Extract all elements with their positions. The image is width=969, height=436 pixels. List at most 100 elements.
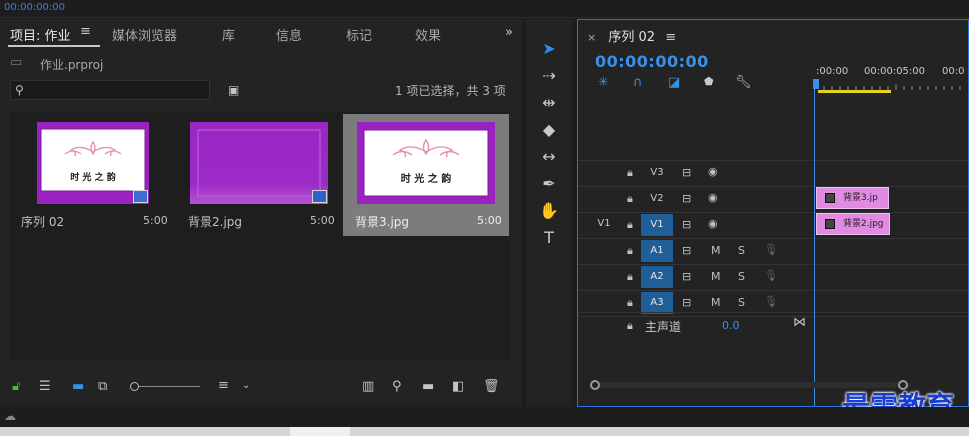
ruler-ticks xyxy=(823,84,961,90)
sync-lock-icon[interactable]: ⊟ xyxy=(682,218,691,231)
timeline-timecode[interactable]: 00:00:00:00 xyxy=(595,52,709,71)
lock-icon[interactable]: 🔒︎ xyxy=(627,218,633,232)
ruler-label: 00:00:05:00 xyxy=(864,66,926,77)
bowtie-icon[interactable]: ⋈ xyxy=(793,316,806,330)
track-header-v3: 🔒︎ V3 ⊟ ◉ xyxy=(578,161,814,185)
top-bar xyxy=(0,0,969,18)
track-target[interactable]: V3 xyxy=(641,162,673,184)
image-thumbnail xyxy=(190,122,328,204)
snap-magnet-icon[interactable]: ∩ xyxy=(633,75,643,90)
lock-icon[interactable]: 🔒︎ xyxy=(627,244,633,258)
hamburger-menu-icon[interactable]: ≡ xyxy=(80,24,91,39)
tab-effects[interactable]: 效果 xyxy=(415,25,441,44)
slip-tool-icon[interactable]: ↔ xyxy=(537,146,561,168)
tab-markers[interactable]: 标记 xyxy=(346,25,372,44)
microphone-icon[interactable]: 🎙︎ xyxy=(764,269,778,282)
source-patch[interactable] xyxy=(588,239,620,261)
razor-tool-icon[interactable]: ◆ xyxy=(537,119,561,141)
mute-button[interactable]: M xyxy=(711,244,721,257)
track-target[interactable]: A1 xyxy=(641,240,673,262)
mute-button[interactable]: M xyxy=(711,296,721,309)
new-search-bin-icon[interactable]: ▣ xyxy=(228,83,239,97)
hand-tool-icon[interactable]: ✋ xyxy=(537,200,561,222)
tab-libraries[interactable]: 库 xyxy=(222,25,235,44)
microphone-icon[interactable]: 🎙︎ xyxy=(764,243,778,256)
type-tool-icon[interactable]: T xyxy=(537,227,561,249)
search-input[interactable] xyxy=(10,80,210,100)
track-target[interactable]: A2 xyxy=(641,266,673,288)
source-patch[interactable] xyxy=(588,291,620,313)
sync-lock-icon[interactable]: ⊟ xyxy=(682,244,691,257)
eye-icon[interactable]: ◉ xyxy=(708,217,718,230)
image-badge-icon xyxy=(312,190,327,203)
project-item-image-selected[interactable]: 时 光 之 韵 背景3.jpg 5:00 xyxy=(343,114,509,236)
tab-project[interactable]: 项目: 作业 xyxy=(10,25,71,44)
eye-icon[interactable]: ◉ xyxy=(708,165,718,178)
find-icon[interactable]: ⚲ xyxy=(392,380,402,394)
item-duration: 5:00 xyxy=(310,214,335,227)
selection-tool-icon[interactable]: ➤ xyxy=(537,38,561,60)
track-target[interactable]: A3 xyxy=(641,292,673,314)
solo-button[interactable]: S xyxy=(738,244,745,257)
source-patch[interactable] xyxy=(588,265,620,287)
mute-button[interactable]: M xyxy=(711,270,721,283)
automate-to-sequence-icon[interactable]: ▥ xyxy=(362,380,374,394)
master-volume-value[interactable]: 0.0 xyxy=(722,319,740,332)
add-marker-icon[interactable]: ⬟ xyxy=(704,75,714,88)
timeline-clip[interactable]: 背景2.jpg xyxy=(816,213,890,235)
sync-lock-icon[interactable]: ⊟ xyxy=(682,270,691,283)
timeline-clip[interactable]: 背景3.jp xyxy=(816,187,889,209)
icon-view-icon[interactable]: ▬ xyxy=(72,380,84,394)
wrench-icon[interactable]: 🔧︎ xyxy=(735,75,752,90)
new-bin-icon[interactable]: ▬ xyxy=(422,380,434,394)
microphone-icon[interactable]: 🎙︎ xyxy=(764,295,778,308)
lock-icon[interactable]: 🔒︎ xyxy=(627,319,633,333)
solo-button[interactable]: S xyxy=(738,270,745,283)
lock-icon[interactable]: 🔒︎ xyxy=(627,192,633,206)
zoom-slider-track[interactable] xyxy=(130,386,200,387)
creative-cloud-icon[interactable]: ☁ xyxy=(4,409,16,423)
new-item-icon[interactable]: ◧ xyxy=(452,380,464,394)
trash-icon[interactable]: 🗑︎ xyxy=(483,380,500,394)
tab-media-browser[interactable]: 媒体浏览器 xyxy=(112,25,177,44)
zoom-slider-handle[interactable] xyxy=(130,382,139,391)
playhead-handle[interactable] xyxy=(813,79,819,89)
hamburger-menu-icon[interactable]: ≡ xyxy=(665,30,676,45)
lock-icon[interactable]: 🔒︎ xyxy=(627,296,633,310)
sync-lock-icon[interactable]: ⊟ xyxy=(682,166,691,179)
tab-info[interactable]: 信息 xyxy=(276,25,302,44)
linked-selection-icon[interactable]: ◪ xyxy=(668,75,680,90)
lock-icon[interactable]: 🔓︎ xyxy=(12,380,20,394)
pen-tool-icon[interactable]: ✒ xyxy=(537,173,561,195)
source-patch[interactable] xyxy=(588,187,620,209)
source-patch[interactable] xyxy=(588,161,620,183)
work-area-bar[interactable] xyxy=(818,90,891,93)
clip-label: 背景2.jpg xyxy=(843,219,884,229)
chevron-down-icon[interactable]: ⌄ xyxy=(242,379,250,393)
source-patch[interactable]: V1 xyxy=(588,213,620,235)
double-chevron-right-icon[interactable]: » xyxy=(505,25,513,40)
close-icon[interactable]: × xyxy=(587,31,596,44)
list-view-icon[interactable]: ☰ xyxy=(39,380,51,394)
project-item-image[interactable]: 背景2.jpg 5:00 xyxy=(176,114,342,236)
scroll-handle-left[interactable] xyxy=(590,380,600,390)
lock-icon[interactable]: 🔒︎ xyxy=(627,270,633,284)
ripple-edit-tool-icon[interactable]: ⇹ xyxy=(537,92,561,114)
nest-icon[interactable]: ✳ xyxy=(598,75,609,90)
freeform-view-icon[interactable]: ⧉ xyxy=(98,380,107,394)
sequence-tab-title[interactable]: 序列 02 xyxy=(608,30,655,45)
thumb-title-text: 时 光 之 韵 xyxy=(401,172,451,185)
sync-lock-icon[interactable]: ⊟ xyxy=(682,192,691,205)
solo-button[interactable]: S xyxy=(738,296,745,309)
track-target[interactable]: V1 xyxy=(641,214,673,236)
eye-icon[interactable]: ◉ xyxy=(708,191,718,204)
sync-lock-icon[interactable]: ⊟ xyxy=(682,296,691,309)
item-name: 背景3.jpg xyxy=(355,215,410,229)
track-target[interactable]: V2 xyxy=(641,188,673,210)
track-select-tool-icon[interactable]: ⇢ xyxy=(537,65,561,87)
project-item-sequence[interactable]: 时 光 之 韵 序列 02 5:00 xyxy=(9,114,175,236)
playhead-line[interactable] xyxy=(814,80,815,406)
sort-icon[interactable]: ≡ xyxy=(218,379,229,393)
search-icon: ⚲ xyxy=(15,83,24,97)
lock-icon[interactable]: 🔒︎ xyxy=(627,166,633,180)
